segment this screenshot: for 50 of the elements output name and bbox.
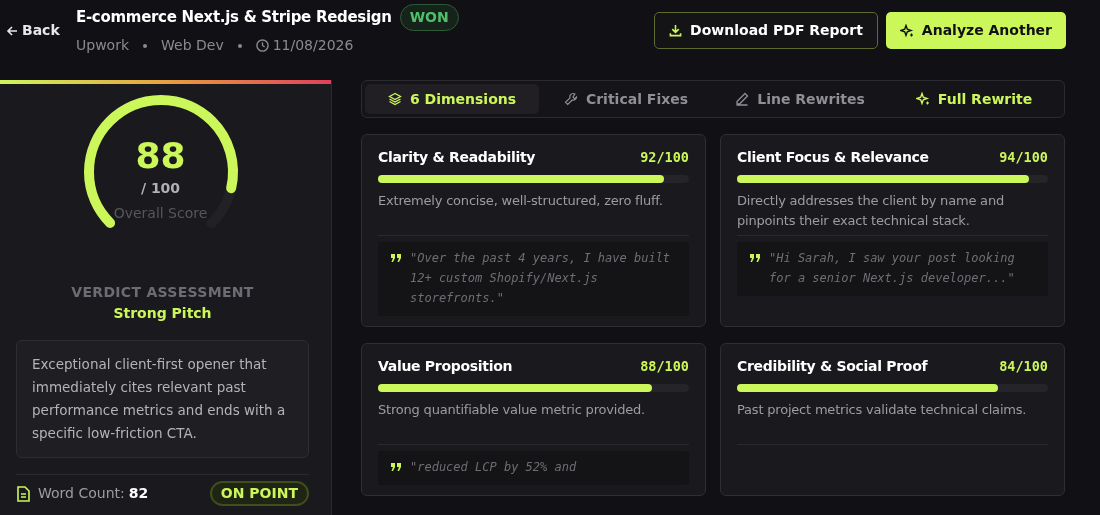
sparkle-icon xyxy=(915,92,930,106)
quote-icon xyxy=(390,462,402,472)
dimension-comment: Strong quantifiable value metric provided. xyxy=(378,401,646,419)
verdict-heading: VERDICT ASSESSMENT xyxy=(71,283,254,302)
sparkle-icon xyxy=(899,23,914,38)
dimension-comment: Extremely concise, well-structured, zero fluff. xyxy=(378,192,664,210)
meta-text: Web Dev xyxy=(161,36,224,55)
dimension-score: 84/100 xyxy=(999,357,1048,377)
dimension-name: Client Focus & Relevance xyxy=(737,148,929,167)
dimension-comment: Directly addresses the client by name and pinpoints their exact technical stack. xyxy=(737,192,1005,230)
quote-icon xyxy=(749,253,761,263)
back-link[interactable]: Back xyxy=(6,20,76,41)
quote-text: "reduced LCP by 52% and xyxy=(410,459,577,476)
status-pill: WON xyxy=(399,4,459,31)
date-text: 11/08/2026 xyxy=(272,36,354,55)
download-button[interactable]: Download PDF Report xyxy=(654,12,878,49)
meta-text: Upwork xyxy=(76,36,129,55)
word-count-value: 82 xyxy=(128,484,149,503)
tab[interactable]: Critical Fixes xyxy=(539,84,713,114)
download-icon xyxy=(669,24,683,37)
score-max: / 100 xyxy=(140,179,181,198)
separator-dot xyxy=(143,43,147,48)
clock-icon xyxy=(255,39,269,52)
document-icon xyxy=(16,485,30,502)
layers-icon xyxy=(387,92,402,106)
separator-dot xyxy=(237,43,242,48)
project-title: E-commerce Next.js & Stripe Redesign xyxy=(76,7,392,29)
dimension-score: 94/100 xyxy=(999,148,1048,168)
analyze-button[interactable]: Analyze Another xyxy=(885,12,1066,49)
dimension-comment: Past project metrics validate technical claims. xyxy=(737,401,1028,419)
status-pill: ON POINT xyxy=(209,481,309,506)
dimension-score: 88/100 xyxy=(640,357,689,377)
tab[interactable]: Full Rewrite xyxy=(887,84,1061,114)
tab[interactable]: Line Rewrites xyxy=(713,84,887,114)
quote-icon xyxy=(390,253,402,263)
back-arrow-icon xyxy=(6,24,18,37)
verdict-value: Strong Pitch xyxy=(113,304,212,323)
score-caption: Overall Score xyxy=(113,204,208,223)
score-value: 88 xyxy=(135,138,186,174)
dimension-name: Value Proposition xyxy=(378,357,513,376)
quote-text: "Hi Sarah, I saw your post looking for a senior Next.js developer..." xyxy=(769,250,1016,287)
dimension-name: Clarity & Readability xyxy=(378,148,536,167)
word-count-label: Word Count: xyxy=(38,484,125,503)
dimension-name: Credibility & Social Proof xyxy=(737,357,928,376)
quote-text: "Over the past 4 years, I have built 12+ custom Shopify/Next.js storefronts." xyxy=(410,250,672,307)
wrench-icon xyxy=(563,92,578,106)
dimension-score: 92/100 xyxy=(640,148,689,168)
tab[interactable]: 6 Dimensions xyxy=(365,84,539,114)
pen-icon xyxy=(735,92,750,106)
verdict-summary: Exceptional client-first opener that immediately cites relevant past performance metrics and ends with a specific low-friction CTA. xyxy=(16,340,309,458)
